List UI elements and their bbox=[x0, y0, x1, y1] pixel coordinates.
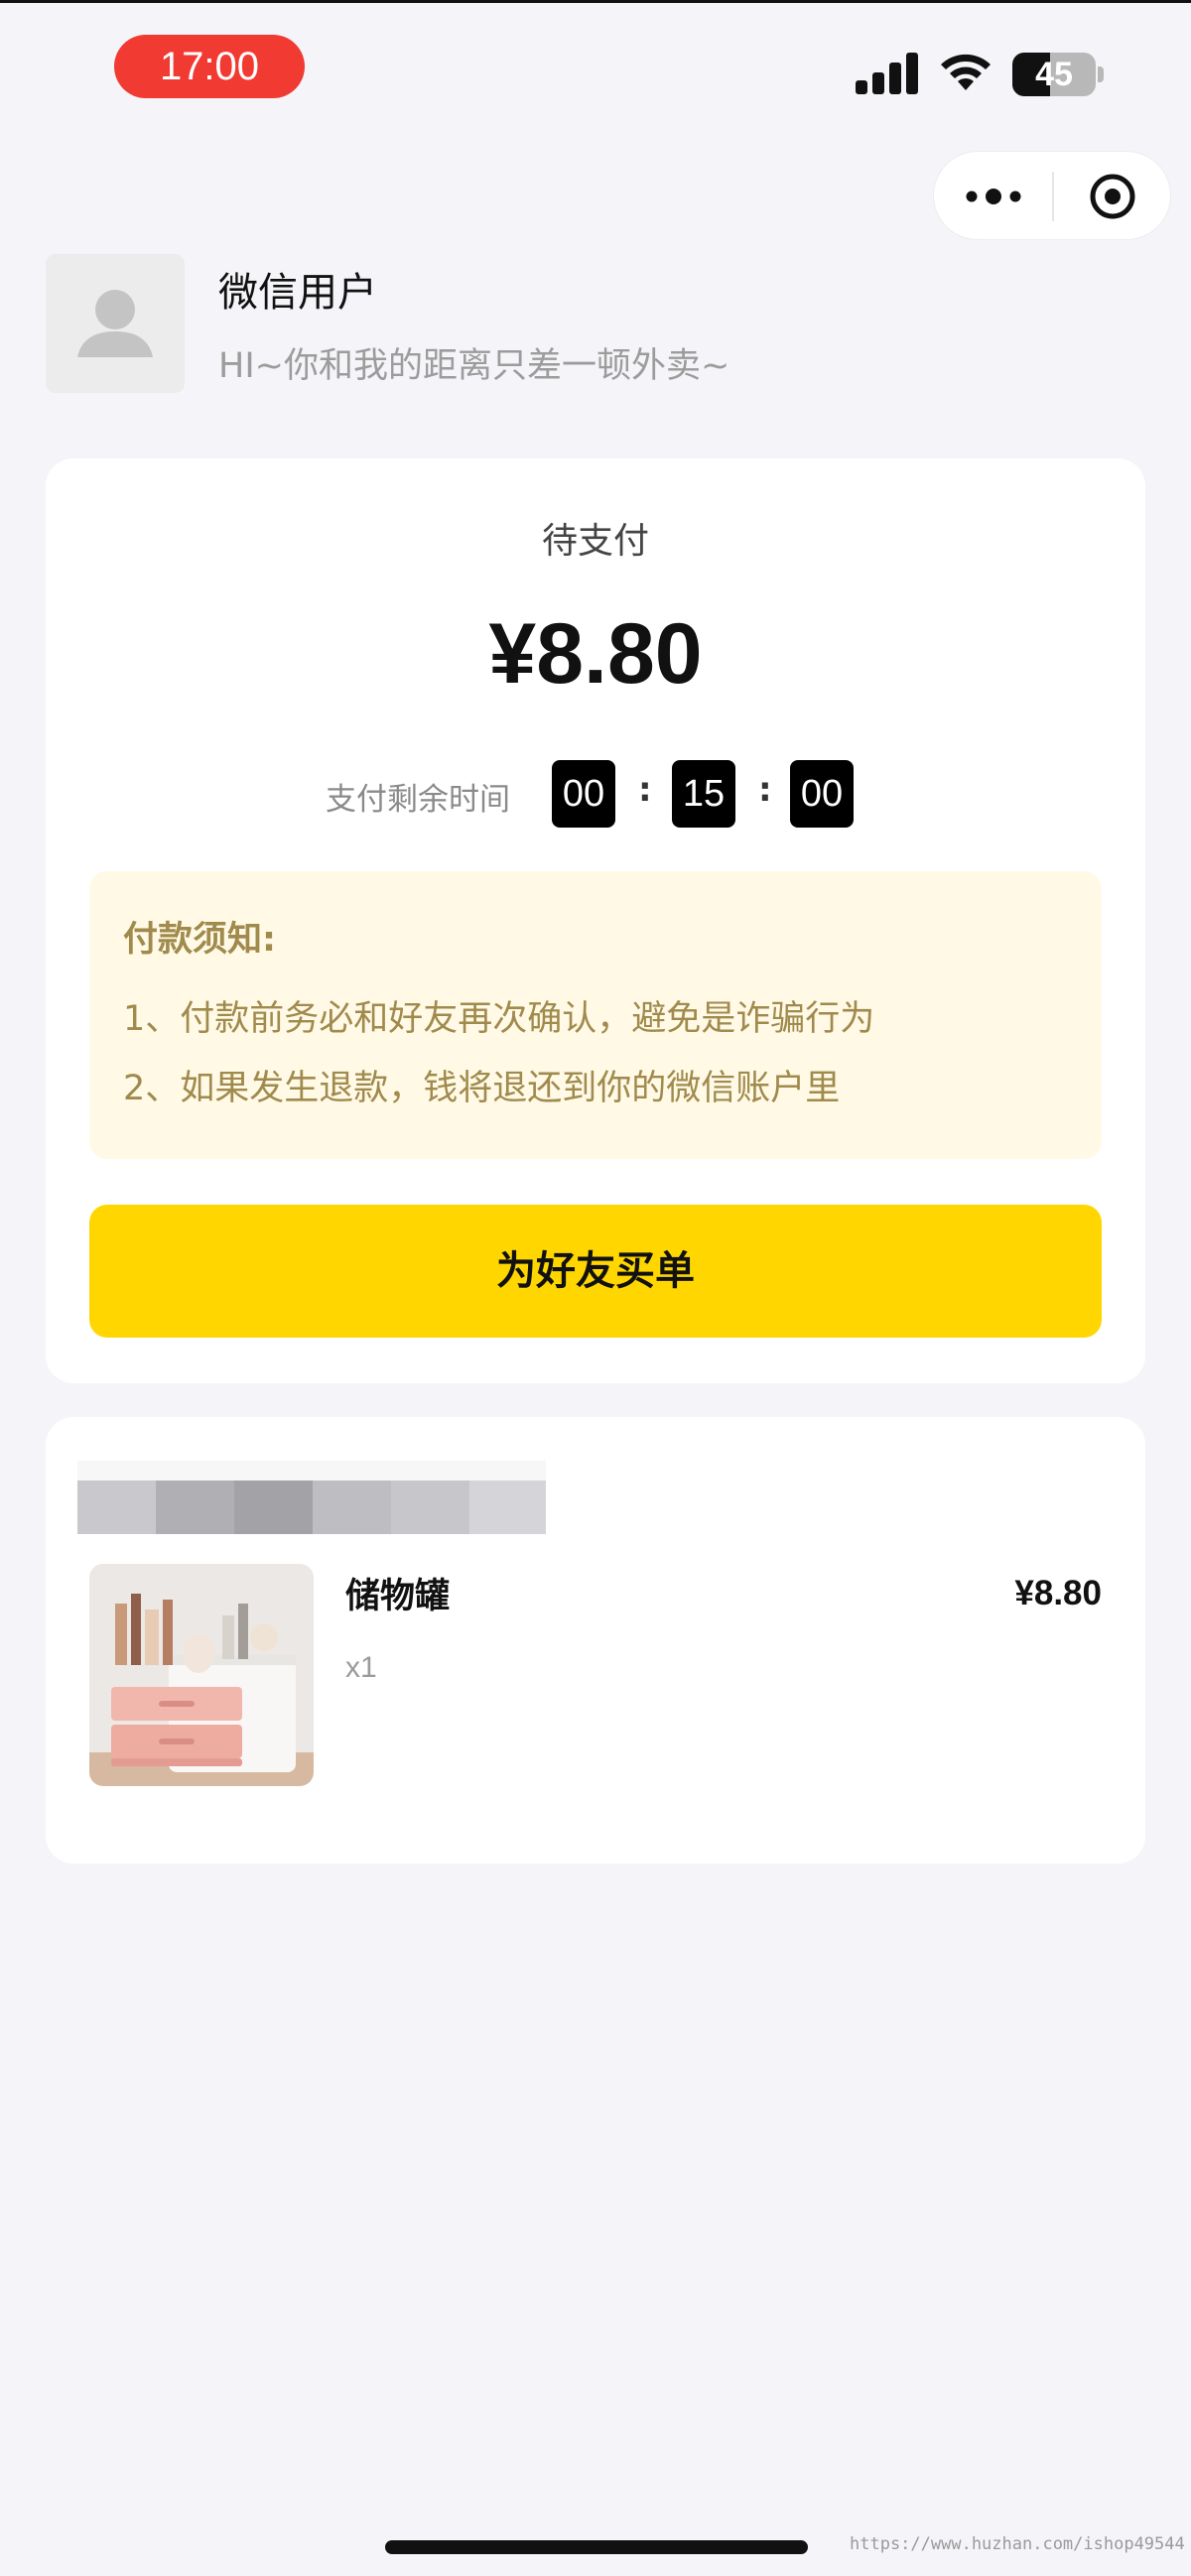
storage-box-picture bbox=[89, 1564, 314, 1786]
notice-title: 付款须知: bbox=[123, 920, 276, 960]
target-close-icon bbox=[1090, 174, 1135, 219]
countdown-minutes: 15 bbox=[672, 760, 735, 828]
more-dots-icon bbox=[966, 189, 1021, 204]
user-silhouette-icon bbox=[77, 290, 153, 357]
more-button[interactable] bbox=[934, 152, 1053, 241]
countdown-hours: 00 bbox=[552, 760, 615, 828]
product-name: 储物罐 bbox=[345, 1577, 451, 1616]
payment-card: 待支付 ¥8.80 支付剩余时间 00 : 15 : 00 付款须知: 1、付款… bbox=[46, 458, 1145, 1383]
user-name: 微信用户 bbox=[218, 270, 377, 316]
payment-notice: 付款须知: 1、付款前务必和好友再次确认，避免是诈骗行为 2、如果发生退款，钱将… bbox=[89, 871, 1102, 1159]
user-greeting: HI~你和我的距离只差一顿外卖~ bbox=[218, 346, 730, 386]
mini-program-capsule bbox=[933, 151, 1171, 240]
battery-icon: 45 bbox=[1012, 53, 1096, 96]
close-button[interactable] bbox=[1053, 152, 1172, 241]
store-name-blurred bbox=[77, 1461, 546, 1534]
signal-icon bbox=[856, 51, 919, 94]
countdown-label: 支付剩余时间 bbox=[326, 782, 510, 818]
notice-line: 1、付款前务必和好友再次确认，避免是诈骗行为 bbox=[123, 999, 875, 1039]
battery-cap bbox=[1098, 66, 1104, 82]
avatar bbox=[46, 254, 185, 393]
countdown-seconds: 00 bbox=[790, 760, 854, 828]
countdown-separator: : bbox=[758, 770, 772, 810]
wifi-icon bbox=[941, 54, 991, 90]
payment-amount: ¥8.80 bbox=[488, 606, 703, 702]
product-image[interactable] bbox=[89, 1564, 314, 1786]
countdown: 支付剩余时间 00 : 15 : 00 bbox=[46, 760, 1145, 830]
watermark: https://www.huzhan.com/ishop49544 bbox=[850, 2534, 1185, 2554]
status-bar: 17:00 45 bbox=[0, 0, 1191, 119]
pay-for-friend-button[interactable]: 为好友买单 bbox=[89, 1205, 1102, 1338]
order-card: 储物罐 x1 ¥8.80 bbox=[46, 1417, 1145, 1864]
countdown-separator: : bbox=[638, 770, 652, 810]
home-indicator[interactable] bbox=[385, 2540, 808, 2554]
notice-line: 2、如果发生退款，钱将退还到你的微信账户里 bbox=[123, 1069, 841, 1108]
product-price: ¥8.80 bbox=[1014, 1574, 1102, 1612]
battery-level: 45 bbox=[1035, 56, 1073, 93]
product-quantity: x1 bbox=[345, 1651, 377, 1684]
status-time: 17:00 bbox=[114, 35, 305, 98]
payment-status: 待支付 bbox=[541, 521, 649, 562]
